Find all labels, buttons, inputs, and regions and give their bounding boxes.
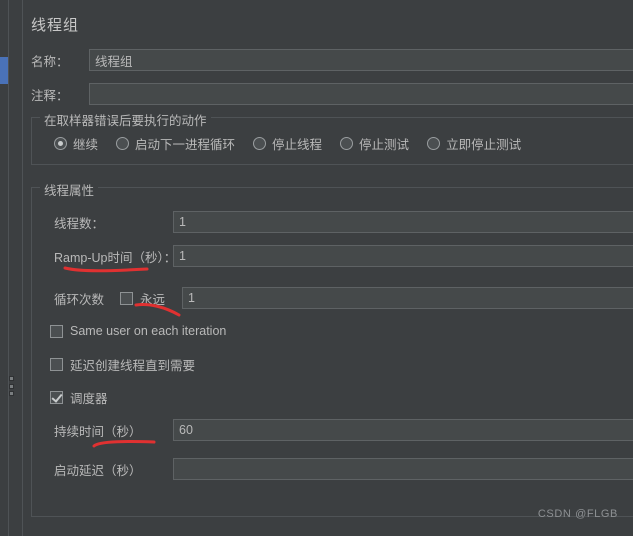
handle-dot bbox=[9, 376, 14, 381]
duration-label: 持续时间（秒） bbox=[54, 424, 142, 439]
forever-checkbox[interactable]: 永远 bbox=[120, 289, 165, 308]
radio-stop-thread[interactable]: 停止线程 bbox=[253, 134, 322, 153]
duration-input[interactable] bbox=[173, 419, 633, 441]
scheduler-checkbox[interactable]: 调度器 bbox=[50, 388, 108, 407]
same-user-checkbox[interactable]: Same user on each iteration bbox=[50, 324, 226, 338]
duration-row: 持续时间（秒） bbox=[54, 419, 633, 441]
thread-properties-group-title: 线程属性 bbox=[40, 180, 99, 199]
startup-delay-input[interactable] bbox=[173, 458, 633, 480]
ramp-up-label: Ramp-Up时间（秒）： bbox=[54, 250, 177, 265]
checkbox-icon bbox=[50, 324, 63, 338]
checkbox-icon bbox=[50, 390, 63, 404]
comment-input[interactable] bbox=[89, 83, 633, 105]
error-action-group-title: 在取样器错误后要执行的动作 bbox=[40, 110, 211, 129]
radio-stop-test[interactable]: 停止测试 bbox=[340, 134, 409, 153]
radio-icon bbox=[54, 137, 67, 150]
radio-stop-test-now[interactable]: 立即停止测试 bbox=[427, 134, 521, 153]
startup-delay-row: 启动延迟（秒） bbox=[54, 458, 633, 480]
tree-selection-marker[interactable] bbox=[0, 57, 8, 84]
scheduler-label: 调度器 bbox=[70, 391, 108, 406]
thread-count-label: 线程数： bbox=[54, 216, 105, 231]
name-label: 名称： bbox=[31, 54, 69, 69]
same-user-row: Same user on each iteration bbox=[50, 320, 226, 342]
name-input[interactable] bbox=[89, 49, 633, 71]
radio-stop-test-now-label: 立即停止测试 bbox=[446, 138, 522, 152]
delay-create-row: 延迟创建线程直到需要 bbox=[50, 353, 195, 375]
handle-dot bbox=[9, 383, 14, 389]
comment-row: 注释： bbox=[31, 83, 633, 105]
rail-divider-left bbox=[8, 0, 9, 536]
same-user-label: Same user on each iteration bbox=[70, 324, 227, 338]
delay-thread-creation-label: 延迟创建线程直到需要 bbox=[70, 358, 196, 373]
checkbox-icon bbox=[120, 291, 133, 305]
radio-stop-test-label: 停止测试 bbox=[359, 138, 410, 152]
radio-icon bbox=[340, 137, 354, 150]
comment-label: 注释： bbox=[31, 88, 69, 103]
startup-delay-label: 启动延迟（秒） bbox=[54, 463, 142, 478]
thread-count-row: 线程数： bbox=[54, 211, 633, 233]
radio-start-next-loop-label: 启动下一进程循环 bbox=[135, 138, 236, 152]
page-title: 线程组 bbox=[31, 17, 80, 34]
scheduler-row: 调度器 bbox=[50, 386, 108, 408]
delay-thread-creation-checkbox[interactable]: 延迟创建线程直到需要 bbox=[50, 355, 195, 374]
radio-icon bbox=[116, 137, 130, 150]
thread-count-input[interactable] bbox=[173, 211, 633, 233]
watermark: CSDN @FLGB bbox=[537, 508, 618, 520]
radio-stop-thread-label: 停止线程 bbox=[272, 138, 323, 152]
radio-start-next-loop[interactable]: 启动下一进程循环 bbox=[116, 134, 235, 153]
ramp-up-input[interactable] bbox=[173, 245, 633, 267]
error-action-group: 在取样器错误后要执行的动作 继续 启动下一进程循环 停止线程 停止测试 立即停止… bbox=[31, 110, 633, 165]
radio-icon bbox=[253, 137, 267, 150]
splitter-drag-handle[interactable] bbox=[9, 374, 14, 398]
radio-icon bbox=[427, 137, 441, 150]
loop-count-label: 循环次数 bbox=[54, 292, 105, 307]
tree-rail bbox=[0, 0, 8, 536]
handle-dot bbox=[9, 391, 14, 396]
ramp-up-row: Ramp-Up时间（秒）： bbox=[54, 245, 633, 267]
loop-count-row: 循环次数 永远 bbox=[54, 287, 633, 309]
radio-continue-label: 继续 bbox=[73, 138, 99, 152]
checkbox-icon bbox=[50, 357, 63, 371]
thread-group-panel: 线程组 名称： 注释： 在取样器错误后要执行的动作 继续 启动下一进程循环 停止… bbox=[23, 0, 633, 536]
loop-count-input[interactable] bbox=[182, 287, 633, 309]
error-action-radio-group: 继续 启动下一进程循环 停止线程 停止测试 立即停止测试 bbox=[54, 134, 539, 153]
name-row: 名称： bbox=[31, 49, 633, 71]
radio-continue[interactable]: 继续 bbox=[54, 134, 98, 153]
forever-label: 永远 bbox=[140, 292, 166, 307]
